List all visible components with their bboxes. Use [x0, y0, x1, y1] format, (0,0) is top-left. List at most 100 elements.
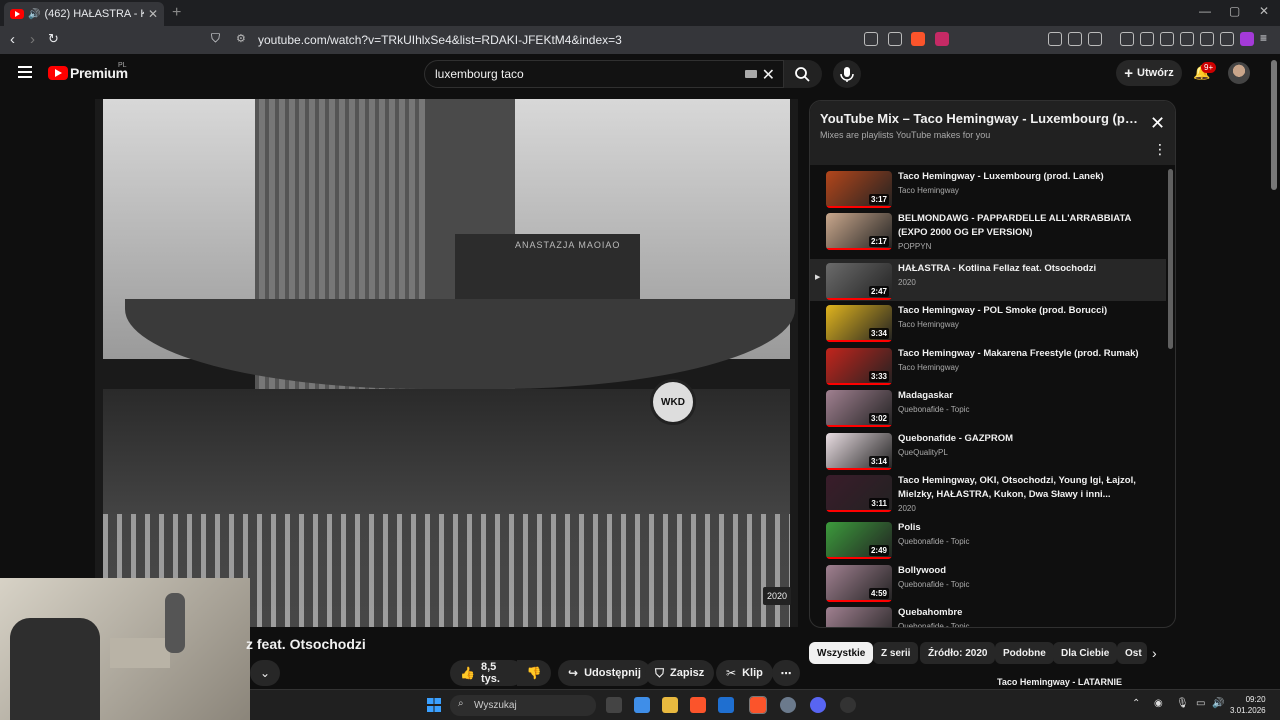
- filter-chip[interactable]: Dla Ciebie: [1053, 642, 1118, 664]
- wallet-icon[interactable]: [1180, 32, 1194, 46]
- playlist-item[interactable]: 3:11 Taco Hemingway, OKI, Otsochodzi, You…: [810, 471, 1166, 519]
- taskbar-search[interactable]: ⌕ Wyszukaj: [450, 695, 596, 716]
- new-tab-button[interactable]: +: [172, 4, 181, 22]
- like-button[interactable]: 👍 8,5 tys.: [450, 660, 524, 686]
- copilot-icon[interactable]: [634, 697, 650, 713]
- keyboard-icon[interactable]: [745, 70, 757, 78]
- dislike-button[interactable]: 👎: [517, 660, 551, 686]
- vpn-icon[interactable]: [1220, 32, 1234, 46]
- playlist-scrollbar[interactable]: [1168, 169, 1173, 349]
- tray-mic-icon[interactable]: 🎙: [1176, 698, 1189, 709]
- windows-start-icon[interactable]: [427, 698, 441, 712]
- playlist-item[interactable]: 2:17 BELMONDAWG - PAPPARDELLE ALL'ARRABBI…: [810, 209, 1166, 257]
- playlist-thumbnail[interactable]: 3:17: [826, 171, 892, 208]
- playlist-title[interactable]: YouTube Mix – Taco Hemingway - Luxembour…: [820, 111, 1138, 126]
- leo-icon[interactable]: [1200, 32, 1214, 46]
- brave-active-icon[interactable]: [749, 696, 767, 714]
- filter-chip[interactable]: Wszystkie: [809, 642, 874, 664]
- close-playlist-icon[interactable]: ✕: [1150, 113, 1165, 134]
- expand-chevron-icon[interactable]: ⌄: [250, 660, 280, 686]
- playlist-item[interactable]: 3:17 Taco Hemingway - Luxembourg (prod. L…: [810, 167, 1166, 209]
- video-player[interactable]: ANASTAZJA MAOIAO WKD 2020: [95, 99, 798, 627]
- sidebar-icon[interactable]: [1160, 32, 1174, 46]
- site-info-icon[interactable]: ⚙: [236, 32, 246, 45]
- playlist-item[interactable]: 4:59 Bollywood Quebonafide - Topic: [810, 561, 1166, 603]
- playlist-thumbnail[interactable]: 2:17: [826, 213, 892, 250]
- settings-icon[interactable]: [780, 697, 796, 713]
- tab-close-icon[interactable]: ✕: [148, 7, 158, 21]
- hamburger-menu-icon[interactable]: [18, 66, 32, 78]
- voice-search-button[interactable]: [833, 60, 861, 88]
- speaker-icon[interactable]: 🔊: [28, 9, 40, 20]
- playlist-thumbnail[interactable]: 2:47: [826, 263, 892, 300]
- playlist-item[interactable]: ▶ 2:47 HAŁASTRA - Kotlina Fellaz feat. Ots…: [810, 259, 1166, 301]
- filter-chip[interactable]: Źródło: 2020: [920, 642, 996, 664]
- forward-icon[interactable]: ›: [30, 31, 35, 48]
- download-icon[interactable]: [1120, 32, 1134, 46]
- screenshot-icon[interactable]: [1088, 32, 1102, 46]
- page-scrollbar[interactable]: [1271, 60, 1277, 190]
- obs-icon[interactable]: [840, 697, 856, 713]
- share-page-icon[interactable]: [888, 32, 902, 46]
- playlist-thumbnail[interactable]: 3:33: [826, 348, 892, 385]
- tray-network-icon[interactable]: ▭: [1196, 698, 1205, 709]
- playlist-thumbnail[interactable]: 3:11: [826, 475, 892, 512]
- brave-shield-icon[interactable]: [911, 32, 925, 46]
- cast-icon[interactable]: [864, 32, 878, 46]
- playlist-item[interactable]: 3:34 Taco Hemingway - POL Smoke (prod. Bo…: [810, 301, 1166, 343]
- chips-next-icon[interactable]: ›: [1152, 645, 1157, 661]
- clip-button[interactable]: ✂ Klip: [716, 660, 773, 686]
- close-window-button[interactable]: ✕: [1259, 4, 1269, 18]
- share-button[interactable]: ↪ Udostępnij: [558, 660, 651, 686]
- filter-chip[interactable]: Podobne: [995, 642, 1054, 664]
- search-button[interactable]: [784, 60, 822, 88]
- tray-app-icon[interactable]: ◉: [1154, 698, 1163, 709]
- playlist-thumbnail[interactable]: 2:49: [826, 522, 892, 559]
- search-input[interactable]: luxembourg taco ✕: [424, 60, 784, 88]
- playlist-item[interactable]: 3:02 Madagaskar Quebonafide - Topic: [810, 386, 1166, 428]
- notification-badge: 9+: [1201, 62, 1217, 73]
- file-explorer-icon[interactable]: [662, 697, 678, 713]
- extension-icon[interactable]: [1048, 32, 1062, 46]
- tray-volume-icon[interactable]: 🔊: [1212, 698, 1224, 709]
- playlist-item[interactable]: 3:14 Quebonafide - GAZPROM QueQualityPL: [810, 429, 1166, 471]
- url-field[interactable]: ⚙ youtube.com/watch?v=TRkUIhlxSe4&list=R…: [230, 29, 1100, 51]
- clear-search-icon[interactable]: ✕: [762, 65, 775, 85]
- puzzle-icon[interactable]: [1068, 32, 1082, 46]
- minimize-button[interactable]: —: [1199, 4, 1211, 18]
- playlist-thumbnail[interactable]: 4:59: [826, 565, 892, 602]
- maximize-button[interactable]: ▢: [1229, 4, 1240, 18]
- brave-rewards-icon[interactable]: [935, 32, 949, 46]
- tray-chevron-icon[interactable]: ⌃: [1132, 698, 1140, 709]
- playlist-thumbnail[interactable]: 3:14: [826, 433, 892, 470]
- playlist-thumbnail[interactable]: [826, 607, 892, 627]
- discord-icon[interactable]: [810, 697, 826, 713]
- playlist-item-channel: QueQualityPL: [898, 448, 948, 457]
- create-button[interactable]: + Utwórz: [1116, 60, 1182, 86]
- playlist-more-icon[interactable]: ⋮: [1153, 142, 1167, 156]
- youtube-logo-icon[interactable]: [48, 66, 68, 80]
- task-view-icon[interactable]: [606, 697, 622, 713]
- back-icon[interactable]: ‹: [10, 31, 15, 48]
- store-icon[interactable]: [718, 697, 734, 713]
- duration-badge: 3:17: [868, 194, 889, 205]
- browser-tab[interactable]: 🔊 (462) HAŁASTRA - Kotlina Fel ✕: [4, 2, 164, 26]
- taskbar-clock[interactable]: 09:20 3.01.2026: [1230, 694, 1266, 716]
- next-video-title[interactable]: Taco Hemingway - LATARNIE: [997, 677, 1122, 687]
- playlist-item[interactable]: 3:33 Taco Hemingway - Makarena Freestyle …: [810, 344, 1166, 386]
- bookmark-icon[interactable]: ⛉: [211, 31, 220, 46]
- save-button[interactable]: ⛉ Zapisz: [645, 660, 715, 686]
- filter-chip[interactable]: Ost: [1117, 642, 1147, 664]
- avatar[interactable]: [1228, 62, 1250, 84]
- menu-icon[interactable]: ≡: [1260, 31, 1267, 45]
- brave-icon[interactable]: [690, 697, 706, 713]
- reload-icon[interactable]: ↻: [48, 31, 59, 47]
- more-actions-button[interactable]: ⋯: [772, 660, 800, 686]
- playlist-thumbnail[interactable]: 3:34: [826, 305, 892, 342]
- playlist-item[interactable]: 2:49 Polis Quebonafide - Topic: [810, 518, 1166, 560]
- music-icon[interactable]: [1140, 32, 1154, 46]
- playlist-thumbnail[interactable]: 3:02: [826, 390, 892, 427]
- playlist-item[interactable]: Quebahombre Quebonafide - Topic: [810, 603, 1166, 627]
- profile-icon[interactable]: [1240, 32, 1254, 46]
- filter-chip[interactable]: Z serii: [873, 642, 919, 664]
